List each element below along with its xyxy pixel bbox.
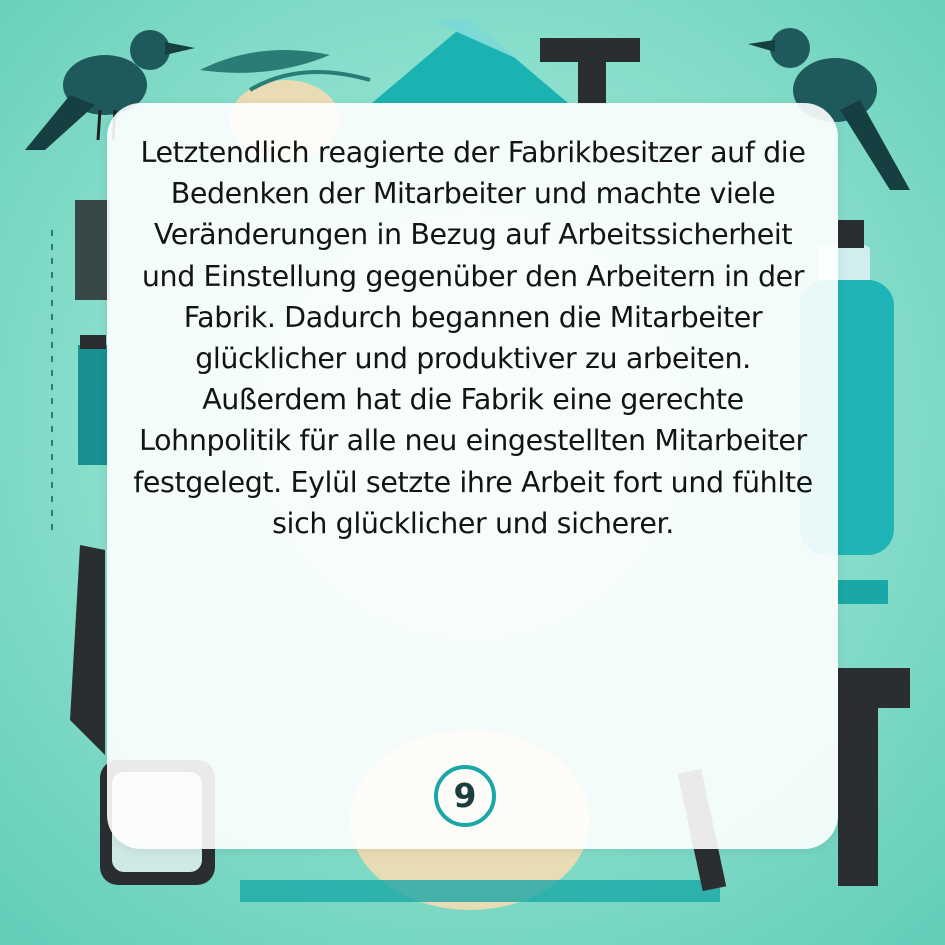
page-number: 9 bbox=[453, 776, 477, 815]
story-text: Letztendlich reagierte der Fabrikbesitze… bbox=[133, 136, 813, 540]
tools-icon bbox=[838, 668, 910, 886]
